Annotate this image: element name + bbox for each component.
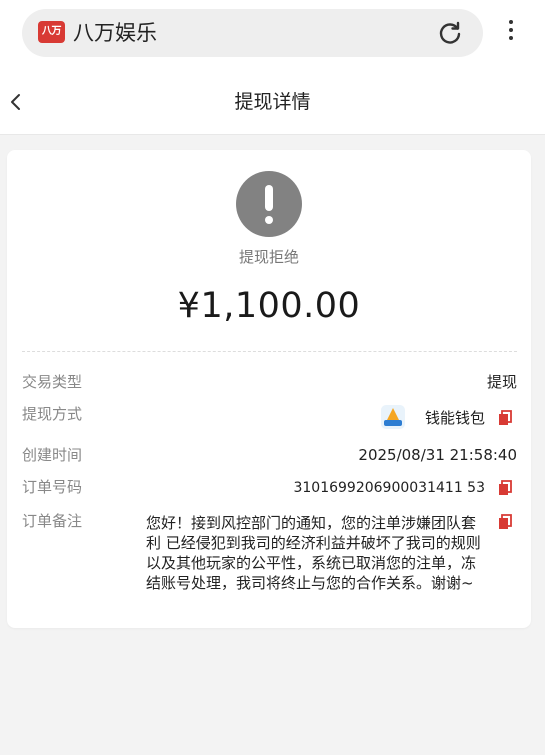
divider bbox=[22, 351, 517, 352]
method-label: 提现方式 bbox=[22, 405, 83, 423]
copy-icon[interactable] bbox=[498, 480, 512, 496]
method-value: 钱能钱包 bbox=[424, 409, 485, 427]
type-value: 提现 bbox=[486, 373, 517, 391]
order-label: 订单号码 bbox=[22, 478, 83, 496]
remark-label: 订单备注 bbox=[22, 512, 83, 530]
exclamation-circle-icon bbox=[236, 171, 302, 237]
order-value: 3101699206900031411 53 bbox=[293, 480, 485, 496]
withdrawal-detail-card: 提现拒绝 ¥1,100.00 交易类型 提现 提现方式 钱能钱包 创建时间 20… bbox=[7, 150, 531, 628]
page-title: 提现详情 bbox=[234, 91, 311, 113]
more-vert-icon[interactable] bbox=[497, 16, 525, 50]
amount: ¥1,100.00 bbox=[177, 286, 361, 326]
site-title: 八万娱乐 bbox=[73, 21, 157, 45]
browser-toolbar: 八万 八万娱乐 bbox=[0, 0, 545, 70]
site-logo: 八万 bbox=[38, 21, 65, 43]
status-text: 提现拒绝 bbox=[238, 248, 299, 266]
reload-icon[interactable] bbox=[436, 19, 464, 47]
created-label: 创建时间 bbox=[22, 446, 83, 464]
page-header: 提现详情 bbox=[0, 70, 545, 135]
wallet-logo-icon bbox=[381, 405, 405, 429]
remark-value: 您好！接到风控部门的通知，您的注单涉嫌团队套利 已经侵犯到我司的经济利益并破坏了… bbox=[146, 514, 481, 592]
copy-icon[interactable] bbox=[498, 514, 512, 530]
address-bar[interactable]: 八万 八万娱乐 bbox=[22, 9, 483, 57]
created-value: 2025/08/31 21:58:40 bbox=[358, 446, 517, 464]
copy-icon[interactable] bbox=[498, 410, 512, 426]
type-label: 交易类型 bbox=[22, 373, 83, 391]
